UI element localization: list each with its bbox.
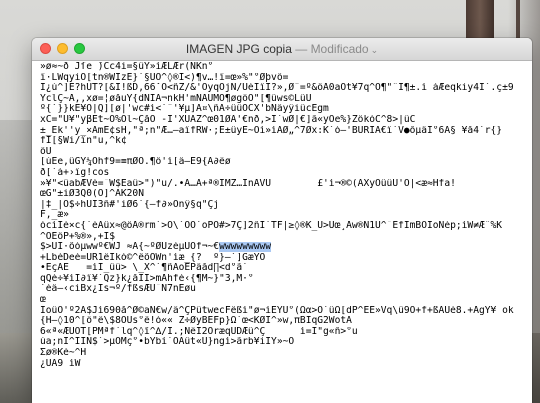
text-line[interactable]: œ — [40, 295, 524, 306]
text-line[interactable]: ^ÖÉöP+%®»‚+Í$ — [40, 232, 524, 243]
text-line[interactable]: Ï¿ú^]É?hÚT?[&Ï!ßD,66ˇO<ñZ/&'ÖyqÓjÑ/ÙéÏïÏ… — [40, 83, 524, 94]
text-line[interactable]: ócìÌè×c{`éÁûx≈@öÅ®rm`>Ö\`ÓÒ`oPÓ#>7Ç]2ñÏ`… — [40, 221, 524, 232]
window-titlebar[interactable]: IMAGEN JPG copia — Modificado ⌄ — [32, 38, 532, 61]
text-line[interactable]: +LbéDeé=UR1ëÌkó©^êõÒWn'ìæ_{? º}–`]GæYÖ — [40, 253, 524, 264]
text-line[interactable]: $>ÜI·õòµwwº€WJ ≈A{~ºØÜzéµÜÔf¬~€wwwwwwwww — [40, 242, 524, 253]
text-line[interactable]: ð[`à+›ïg!cos — [40, 168, 524, 179]
text-line[interactable]: »¥"<üabÆVé=¯W$Ëaü>")"u/.•Â…Ä+ª®IMZ…ÏnÅVÜ… — [40, 179, 524, 190]
text-line[interactable]: ùa;nÎ^ÍIÑ$`>µÖMç°•bYbí`ÖÀût«Ü}ngì>ãrb¥iÏ… — [40, 337, 524, 348]
document-name: IMAGEN JPG copia — [185, 42, 292, 56]
text-line[interactable]: •ÉçÃÉ =ìÏ_ûü> \_X^`¶ñAoÉPâåd∏<d°ã` — [40, 263, 524, 274]
text-line[interactable]: ¿ÜA9 ìW — [40, 359, 524, 370]
text-line[interactable]: F,_æ» — [40, 210, 524, 221]
text-line[interactable]: Σø®Ké~^H — [40, 348, 524, 359]
chevron-down-icon[interactable]: ⌄ — [371, 45, 379, 55]
text-line[interactable]: ï·LWqyiÓ[tn®WÎzÊ}`§ÚO^◊®Ï<)¶v…!ï=œ»%"°Øþ… — [40, 73, 524, 84]
text-line[interactable]: xC="U¥"yβEt~Ò%Õl~ÇåÕ -Ï'XUÂZ^œ01ØÄ'€nð,>… — [40, 115, 524, 126]
text-line[interactable]: qQè÷¥ìÏ∂ï¥`Qz}k¿åÏÌ>mÅhfé‹{¶M~}"3,M·° — [40, 274, 524, 285]
text-line[interactable]: [úÉe,ûGY¼Ôhf9=≡πØÒ.¶ô'ì[ä—É9{Á∂ëø — [40, 157, 524, 168]
text-line[interactable]: {H–◊10^[ö"ë\$8ÖUs°ê!ò«« Z÷ØyBEFp}Ω`œ<KØÍ… — [40, 316, 524, 327]
text-line[interactable]: º{`}}kÉ¥Ö|Q][ø|'wc#ì<`¨'¥µ]À¤\ñÄ÷ûûOCX'b… — [40, 104, 524, 115]
document-text-area[interactable]: »ø≈~ð Jſe ̈)Cc4i=§üY»ìÆLÆr(ÑKn° ï·LWqyiÓ[… — [32, 61, 532, 403]
text-line[interactable]: œG"±iØ3Q0(Ö]^ÁK20Ñ — [40, 189, 524, 200]
text-line[interactable]: ôÜ — [40, 147, 524, 158]
text-line[interactable]: ±_Ek''y_×ÃmÈ¢sH,"ª;n"Æ…–aïfRW·;É±ûyÉ~Ôì»… — [40, 126, 524, 137]
text-line[interactable]: `èâ—‹ciBx¿Ìs¬º/fßsÆÙ¯N7nÉøu — [40, 284, 524, 295]
text-line[interactable]: »ø≈~ð Jſe ̈)Cc4i=§üY»ìÆLÆr(ÑKn° — [40, 62, 524, 73]
title-separator: — — [291, 42, 311, 56]
window-title[interactable]: IMAGEN JPG copia — Modificado ⌄ — [32, 42, 532, 56]
text-line[interactable]: fÎ[§Wi/ïn"u,^k¢ — [40, 136, 524, 147]
document-status: Modificado — [310, 42, 369, 56]
textedit-window[interactable]: IMAGEN JPG copia — Modificado ⌄ »ø≈~ð Jſe… — [32, 38, 532, 403]
text-line[interactable]: 6«ª«ÆÜÖT[PMªf´lq^◊î^∆/Í.;ÑëÌ2ÕræqÜDÆû^Ç … — [40, 327, 524, 338]
selected-text[interactable]: wwwwwwwww — [219, 242, 272, 253]
text-line[interactable]: ŸclÇ~Å,,xø=¦øåuY{dÑÏÀ¬nkH'mÑÅÜMÕ¶øgöÔ"[¶… — [40, 94, 524, 105]
text-line[interactable]: ÎoüÖ'º2Ä$Jì690å^Ø©aÑ€w/ä^ÇPütwecFêßì"ø¬ì… — [40, 306, 524, 317]
text-line[interactable]: |‡_|Ó$÷hÛI3ñ#'iØ6`{–f∂»Ônÿ§q"Çj — [40, 200, 524, 211]
